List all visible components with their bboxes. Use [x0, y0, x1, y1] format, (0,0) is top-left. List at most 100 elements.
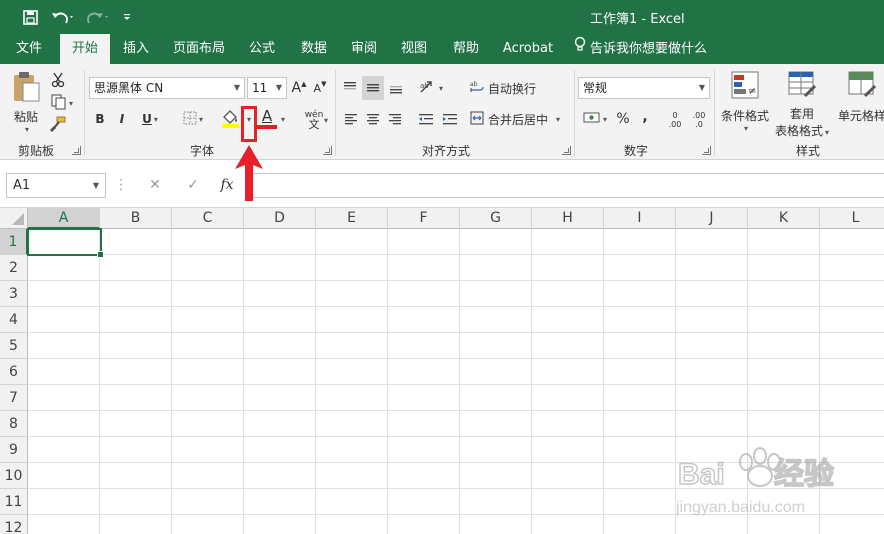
active-cell[interactable] [27, 228, 104, 258]
borders-button[interactable]: ▾ [176, 109, 210, 129]
grid-row-line [28, 410, 884, 411]
column-header-l[interactable]: L [820, 208, 884, 229]
grid-row-line [28, 254, 884, 255]
align-middle-button[interactable] [362, 76, 384, 100]
tab-file[interactable]: 文件 [6, 34, 52, 64]
paste-button[interactable]: 粘贴 ▾ [8, 71, 44, 134]
column-header-a[interactable]: A [28, 208, 100, 229]
tab-insert[interactable]: 插入 [114, 34, 158, 64]
row-header-11[interactable]: 11 [0, 489, 28, 515]
orientation-dropdown-icon: ▾ [438, 83, 443, 93]
decrease-font-size-button[interactable]: A ▼ [312, 78, 328, 98]
column-header-i[interactable]: I [604, 208, 676, 229]
clipboard-group-label: 剪贴板 [17, 144, 54, 158]
table-format-label-1: 套用 [789, 107, 814, 121]
column-header-c[interactable]: C [172, 208, 244, 229]
cell-styles-icon [847, 70, 877, 103]
phonetic-dropdown[interactable]: ▾ [320, 110, 330, 130]
comma-style-button[interactable]: , [638, 107, 652, 127]
formula-input[interactable] [246, 173, 884, 198]
column-header-b[interactable]: B [100, 208, 172, 229]
tell-me-search[interactable]: 告诉我你想要做什么 [574, 34, 714, 64]
cancel-icon[interactable]: ✕ [142, 173, 168, 198]
merge-center-button[interactable]: 合并后居中 ▾ [470, 109, 570, 129]
percent-button[interactable]: % [614, 109, 632, 129]
tab-acrobat[interactable]: Acrobat [500, 34, 556, 64]
italic-button[interactable]: I [114, 109, 130, 129]
tab-home[interactable]: 开始 [60, 34, 110, 64]
decrease-decimal-button[interactable]: .00 .0 [688, 108, 710, 132]
row-header-5[interactable]: 5 [0, 333, 28, 359]
select-all-corner[interactable] [0, 208, 28, 229]
align-left-button[interactable] [342, 110, 360, 130]
decrease-indent-button[interactable] [416, 110, 436, 130]
align-top-button[interactable] [340, 78, 360, 98]
increase-font-size-button[interactable]: A ▲ [291, 78, 307, 98]
grid-row-line [28, 436, 884, 437]
row-header-7[interactable]: 7 [0, 385, 28, 411]
tab-view[interactable]: 视图 [392, 34, 436, 64]
font-color-button[interactable]: A [256, 108, 278, 130]
redo-icon[interactable] [84, 7, 112, 27]
merge-center-icon [470, 111, 484, 128]
undo-icon[interactable] [48, 7, 78, 27]
name-box[interactable]: A1 ▼ [6, 173, 106, 198]
orientation-button[interactable]: ab ▾ [416, 78, 446, 98]
format-painter-button[interactable] [48, 116, 68, 134]
column-header-d[interactable]: D [244, 208, 316, 229]
number-launcher-icon[interactable] [702, 146, 711, 155]
group-divider [714, 70, 715, 156]
column-header-k[interactable]: K [748, 208, 820, 229]
save-icon[interactable] [20, 7, 40, 27]
column-header-h[interactable]: H [532, 208, 604, 229]
tab-formulas[interactable]: 公式 [240, 34, 284, 64]
number-format-combo[interactable]: 常规 ▼ [578, 77, 710, 99]
accounting-format-button[interactable]: ▾ [580, 109, 610, 129]
underline-dropdown-icon: ▾ [153, 114, 158, 124]
row-header-4[interactable]: 4 [0, 307, 28, 333]
increase-indent-button[interactable] [440, 110, 460, 130]
cell-styles-label: 单元格样 [837, 109, 884, 123]
customize-quick-access-icon[interactable] [120, 7, 134, 27]
tab-help[interactable]: 帮助 [444, 34, 488, 64]
svg-text:jingyan.baidu.com: jingyan.baidu.com [676, 499, 805, 516]
tab-page-layout[interactable]: 页面布局 [166, 34, 232, 64]
row-header-6[interactable]: 6 [0, 359, 28, 385]
row-header-8[interactable]: 8 [0, 411, 28, 437]
wrap-text-label: 自动换行 [488, 81, 537, 96]
cell-styles-button[interactable]: 单元格样 [834, 70, 884, 140]
conditional-formatting-button[interactable]: ≠ 条件格式 ▾ [718, 70, 772, 140]
fill-color-button[interactable] [220, 108, 242, 130]
column-header-f[interactable]: F [388, 208, 460, 229]
bold-button[interactable]: B [92, 109, 108, 129]
wrap-text-button[interactable]: ab 自动换行 [470, 78, 542, 98]
row-header-12[interactable]: 12 [0, 515, 28, 534]
row-header-1[interactable]: 1 [0, 229, 28, 255]
column-header-e[interactable]: E [316, 208, 388, 229]
font-name-combo[interactable]: 思源黑体 CN ▼ [89, 77, 245, 99]
column-header-j[interactable]: J [676, 208, 748, 229]
tab-review[interactable]: 审阅 [342, 34, 386, 64]
font-size-combo[interactable]: 11 ▼ [247, 77, 287, 99]
alignment-launcher-icon[interactable] [562, 146, 571, 155]
row-header-2[interactable]: 2 [0, 255, 28, 281]
row-header-3[interactable]: 3 [0, 281, 28, 307]
align-right-button[interactable] [386, 110, 404, 130]
format-as-table-button[interactable]: 套用 表格格式 ▾ [772, 70, 832, 140]
cut-button[interactable] [48, 72, 68, 90]
column-header-g[interactable]: G [460, 208, 532, 229]
enter-icon[interactable]: ✓ [180, 173, 206, 198]
underline-button[interactable]: U ▾ [136, 109, 164, 129]
copy-button[interactable]: ▾ [46, 94, 78, 112]
row-header-9[interactable]: 9 [0, 437, 28, 463]
increase-decimal-button[interactable]: 0 .00 [664, 108, 686, 132]
clipboard-launcher-icon[interactable] [72, 146, 81, 155]
align-bottom-button[interactable] [386, 78, 406, 98]
font-launcher-icon[interactable] [323, 146, 332, 155]
font-color-dropdown[interactable]: ▾ [277, 109, 287, 129]
annotation-arrow-icon [235, 145, 263, 201]
row-header-10[interactable]: 10 [0, 463, 28, 489]
tab-data[interactable]: 数据 [292, 34, 336, 64]
lightbulb-icon [574, 34, 586, 64]
align-center-button[interactable] [364, 110, 382, 130]
